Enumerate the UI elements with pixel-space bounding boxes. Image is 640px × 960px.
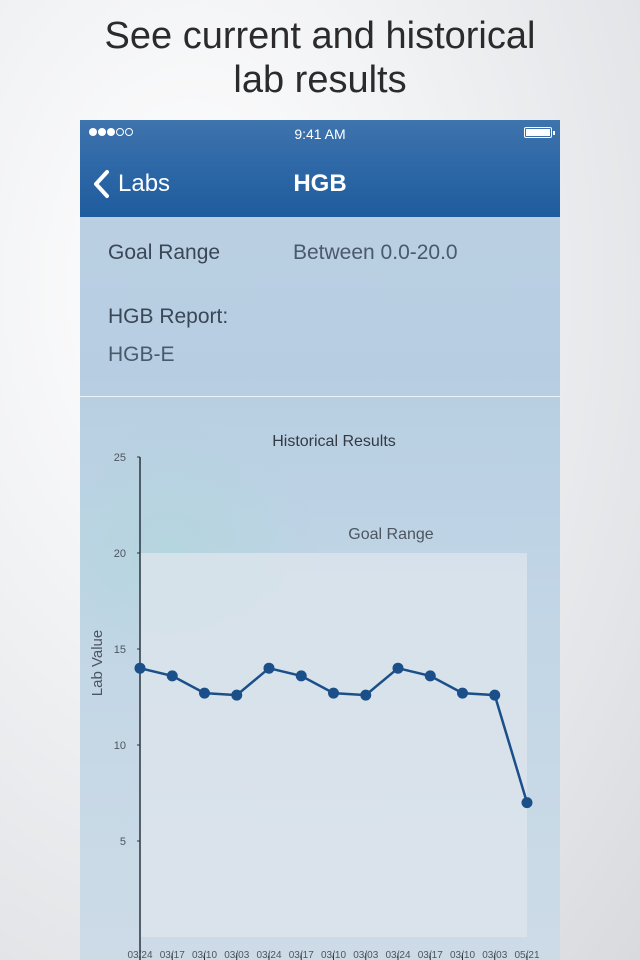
- headline: See current and historical lab results: [0, 14, 640, 102]
- data-point: [231, 689, 243, 701]
- y-tick-label: 15: [114, 644, 126, 656]
- data-point: [424, 670, 436, 682]
- x-ticks: 03/24 03/17 03/10 03/03 03/24 03/17 03/10 03/03…: [127, 950, 540, 960]
- x-tick-label: 03/17: [160, 950, 185, 960]
- data-point: [392, 662, 404, 674]
- battery-icon: [524, 127, 555, 138]
- data-point: [328, 687, 339, 699]
- y-axis-label: Lab Value: [89, 630, 106, 696]
- goal-range-label-text: Goal Range: [348, 526, 433, 543]
- y-tick-label: 5: [120, 836, 126, 848]
- goal-range-label: Goal Range: [108, 241, 221, 264]
- chart-svg: Goal Range Historical Results Lab Value …: [89, 433, 540, 960]
- data-point: [295, 670, 307, 682]
- headline-line-2: lab results: [233, 59, 407, 101]
- y-tick-label: 10: [114, 740, 126, 752]
- data-point: [199, 687, 210, 699]
- report-value: HGB-E: [108, 343, 175, 366]
- page-title: HGB: [293, 170, 347, 197]
- x-tick-label: 03/24: [256, 950, 281, 960]
- x-tick-label: 03/10: [192, 950, 217, 960]
- data-point: [521, 797, 533, 809]
- data-point: [263, 662, 275, 674]
- data-point: [489, 689, 501, 701]
- chart-title: Historical Results: [272, 433, 396, 450]
- goal-range-value: Between 0.0-20.0: [293, 241, 458, 264]
- lab-info-section: Goal Range Between 0.0-20.0 HGB Report: …: [80, 217, 560, 397]
- data-point: [457, 687, 468, 699]
- historical-results-chart: Goal Range Historical Results Lab Value …: [80, 397, 560, 960]
- navigation-bar: 9:41 AM Labs HGB: [80, 120, 560, 217]
- status-bar: 9:41 AM: [80, 120, 560, 148]
- report-label: HGB Report:: [108, 305, 229, 328]
- x-tick-label: 03/03: [482, 950, 507, 960]
- headline-line-1: See current and historical: [104, 15, 536, 57]
- x-tick-label: 03/24: [127, 950, 152, 960]
- x-tick-label: 03/10: [321, 950, 346, 960]
- x-tick-label: 03/10: [450, 950, 475, 960]
- data-point: [360, 689, 372, 701]
- x-tick-label: 03/17: [289, 950, 314, 960]
- data-point: [134, 662, 146, 674]
- x-tick-label: 03/03: [224, 950, 249, 960]
- x-tick-label: 03/24: [385, 950, 410, 960]
- status-time: 9:41 AM: [294, 126, 346, 142]
- x-tick-label: 03/17: [418, 950, 443, 960]
- goal-range-band: [140, 553, 527, 937]
- x-tick-label: 05/21: [514, 950, 539, 960]
- y-tick-label: 20: [114, 548, 126, 560]
- data-point: [166, 670, 178, 682]
- phone-screen: 9:41 AM Labs HGB Goal Range Between 0.0-…: [80, 120, 560, 960]
- y-ticks: 5 10 15 20 25: [114, 452, 140, 848]
- y-tick-label: 25: [114, 452, 126, 464]
- x-tick-label: 03/03: [353, 950, 378, 960]
